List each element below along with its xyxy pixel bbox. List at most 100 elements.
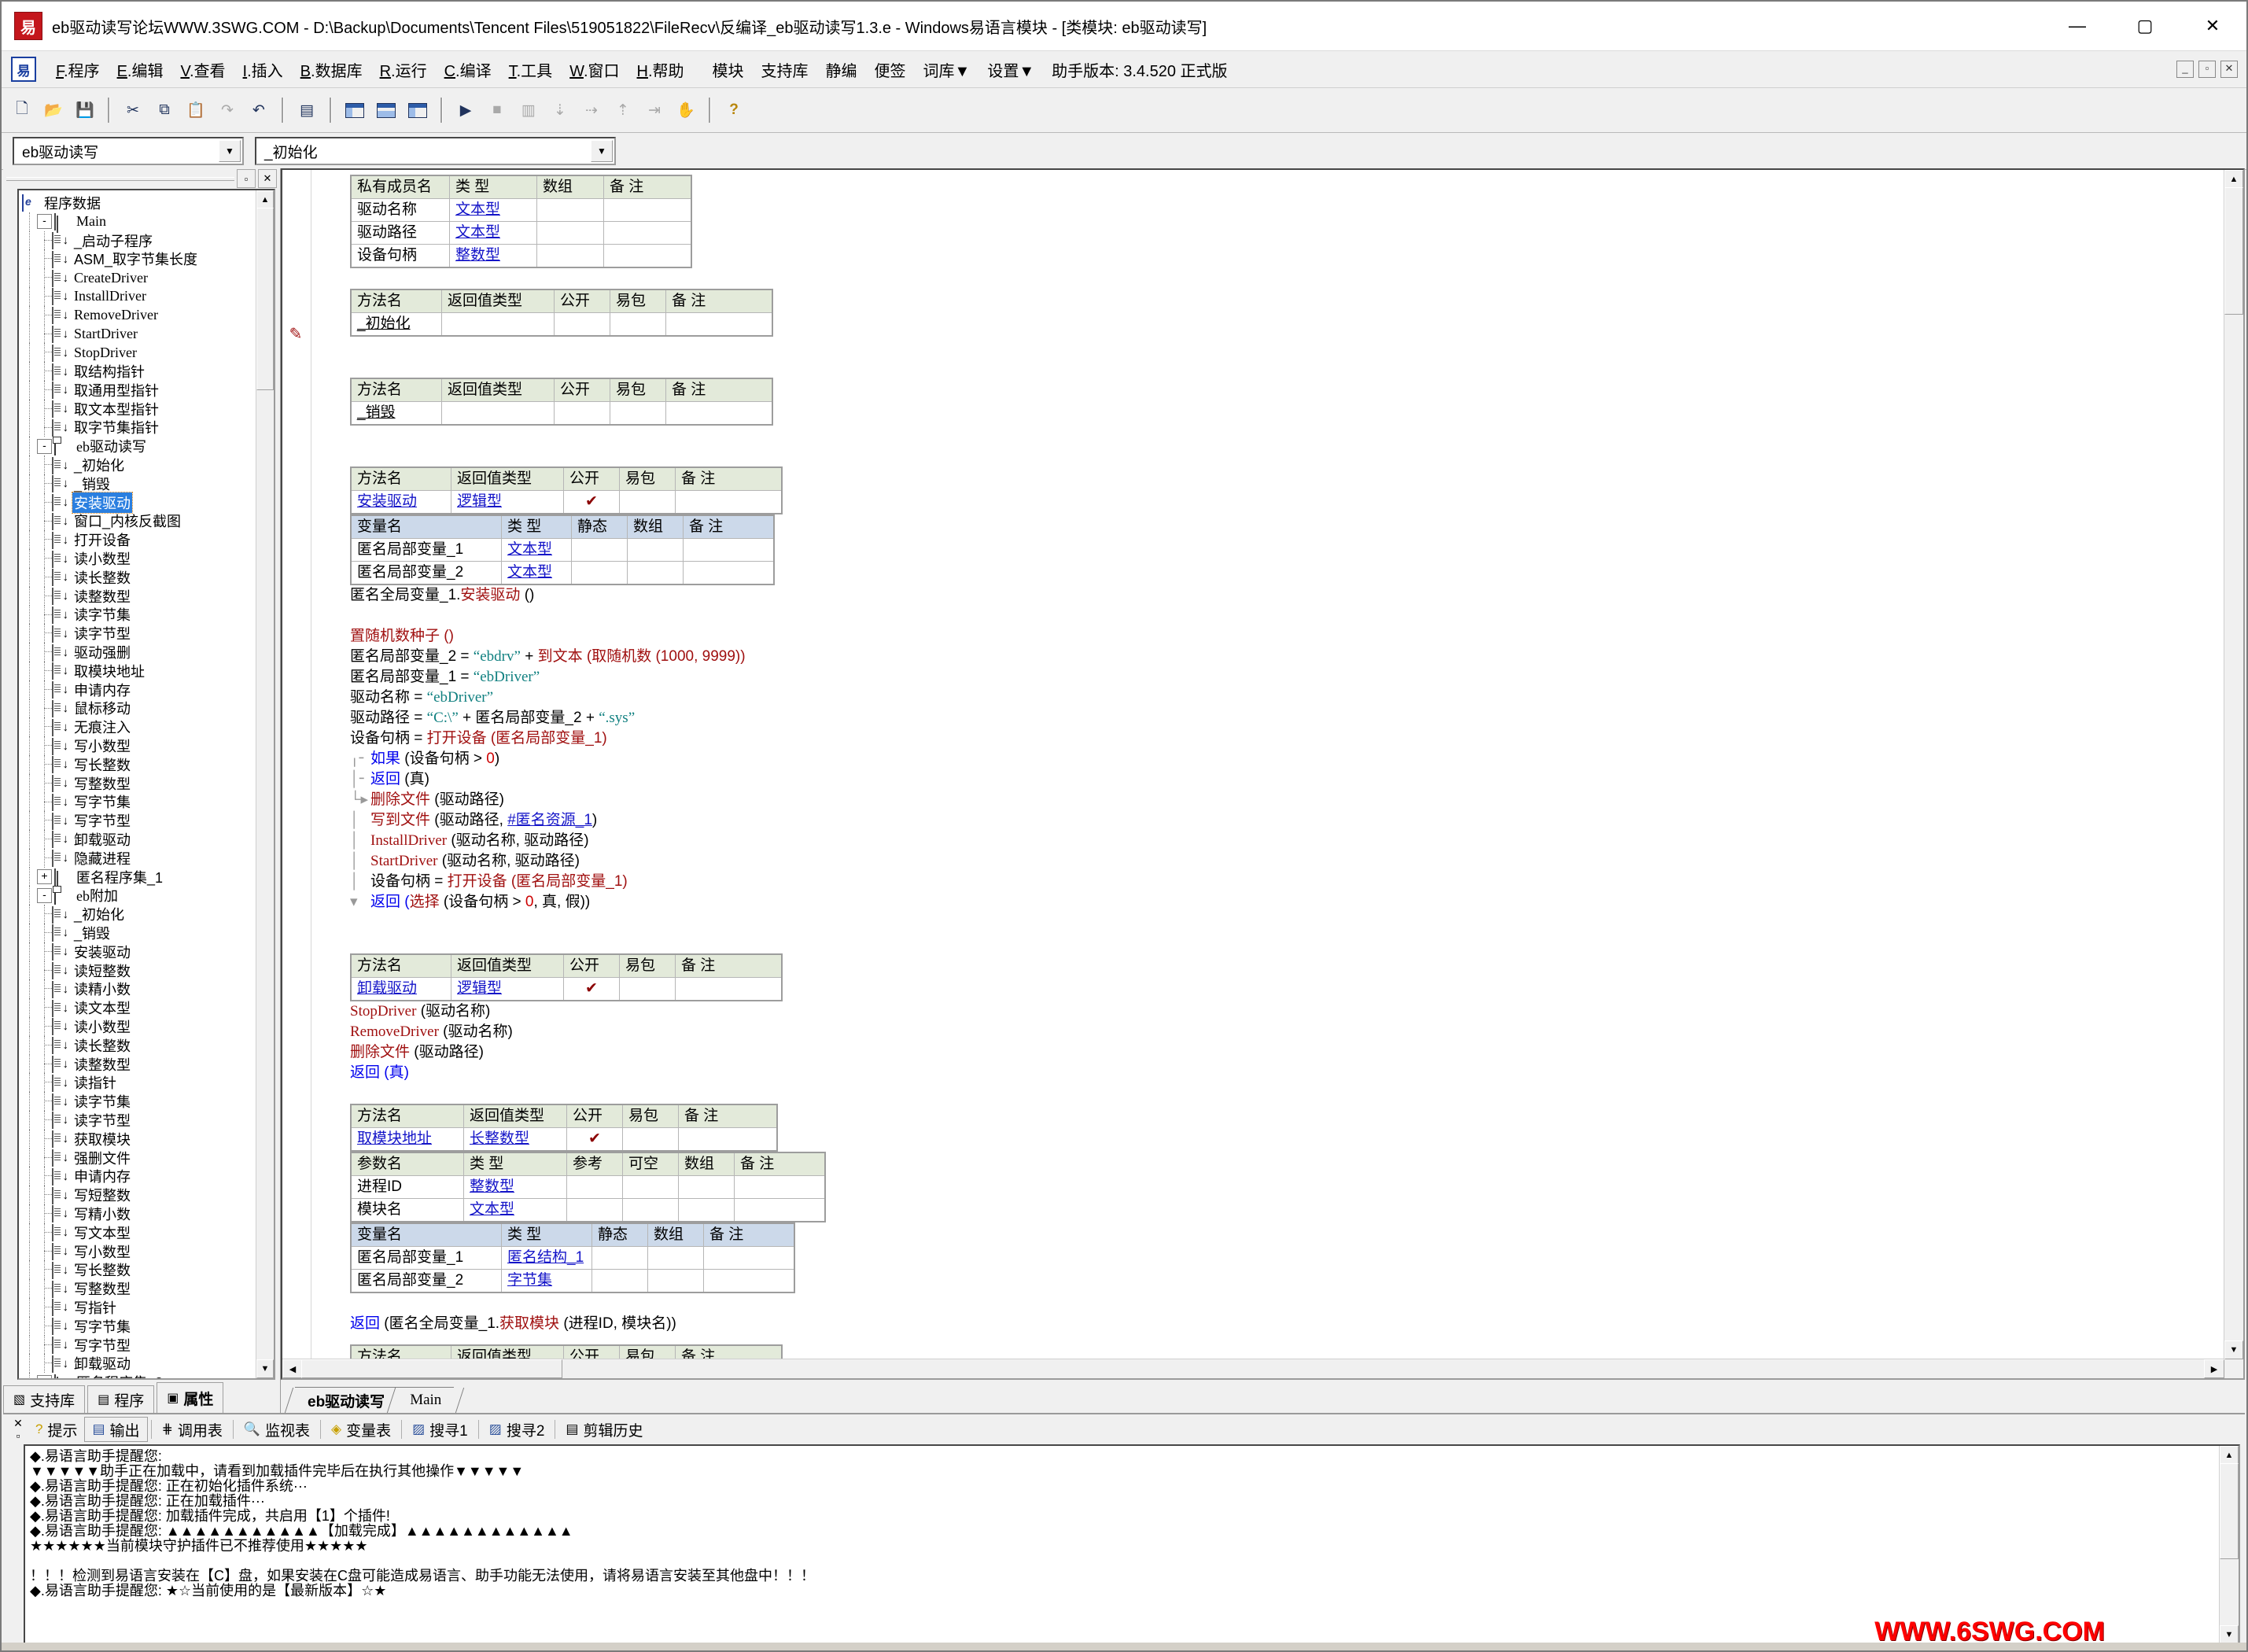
- tree-item[interactable]: 程序数据: [22, 194, 256, 212]
- tree-item[interactable]: ↓读文本型: [22, 998, 256, 1017]
- tree-item[interactable]: ↓_启动子程序: [22, 231, 256, 250]
- layout-split-icon[interactable]: [372, 96, 400, 124]
- tree-item[interactable]: ↓StopDriver: [22, 343, 256, 362]
- save-file-icon[interactable]: 💾: [71, 96, 99, 124]
- output-vertical-scrollbar[interactable]: ▲ ▼: [2219, 1446, 2239, 1644]
- menu-static-compile[interactable]: 静编: [817, 55, 866, 84]
- copy-icon[interactable]: ⧉: [150, 96, 179, 124]
- tree-item[interactable]: ↓ASM_取字节集长度: [22, 249, 256, 268]
- code-line[interactable]: 匿名全局变量_1.安装驱动 (): [319, 585, 2224, 606]
- bottom-tab-output[interactable]: ▤输出: [84, 1417, 147, 1442]
- menu-view[interactable]: V.查看: [171, 55, 234, 84]
- code-line[interactable]: │ 写到文件 (驱动路径, #匿名资源_1): [319, 810, 2224, 831]
- table-row[interactable]: 驱动路径文本型: [351, 222, 691, 245]
- table-row[interactable]: 取模块地址长整数型✔: [351, 1128, 777, 1152]
- tree-item[interactable]: ↓读小数型: [22, 1017, 256, 1036]
- tree-item[interactable]: +匿名程序集_2: [22, 1373, 256, 1378]
- bottom-tab-hint[interactable]: ?提示: [28, 1418, 84, 1441]
- tree-expander[interactable]: -: [37, 214, 52, 229]
- tree-expander[interactable]: +: [37, 1375, 52, 1378]
- output-scroll-thumb[interactable]: [2220, 1463, 2239, 1559]
- menu-insert[interactable]: I.插入: [234, 55, 292, 84]
- method-selector-combo[interactable]: _初始化 ▼: [255, 137, 616, 165]
- tree-item[interactable]: ↓写长整数: [22, 755, 256, 774]
- code-line[interactable]: 返回 (真): [319, 1063, 2224, 1083]
- program-tree-items[interactable]: 程序数据-Main↓_启动子程序↓ASM_取字节集长度↓CreateDriver…: [19, 190, 256, 1378]
- tree-item[interactable]: ↓读整数型: [22, 1055, 256, 1074]
- code-scroll-right-icon[interactable]: ▶: [2204, 1359, 2224, 1378]
- step-into-icon[interactable]: ⇣: [546, 96, 574, 124]
- cut-icon[interactable]: ✂: [119, 96, 147, 124]
- tree-expander[interactable]: -: [37, 439, 52, 454]
- tree-item[interactable]: ↓_初始化: [22, 905, 256, 924]
- code-line[interactable]: 设备句柄 = 打开设备 (匿名局部变量_1): [319, 728, 2224, 749]
- mdi-close-button[interactable]: ✕: [2220, 61, 2238, 78]
- tab-properties[interactable]: ▣属性: [157, 1382, 223, 1413]
- tree-item[interactable]: ↓_销毁: [22, 474, 256, 493]
- code-scroll-down-icon[interactable]: ▼: [2224, 1340, 2243, 1359]
- tree-scroll-thumb[interactable]: [256, 208, 274, 390]
- program-tree[interactable]: 程序数据-Main↓_启动子程序↓ASM_取字节集长度↓CreateDriver…: [17, 189, 275, 1380]
- table-row[interactable]: 卸载驱动逻辑型✔: [351, 978, 782, 1001]
- code-line[interactable]: 匿名局部变量_1 = “ebDriver”: [319, 667, 2224, 688]
- tree-item[interactable]: -Main: [22, 212, 256, 231]
- undo-icon[interactable]: ↶: [245, 96, 273, 124]
- table-row[interactable]: _销毁: [351, 402, 772, 426]
- menu-support-library[interactable]: 支持库: [753, 55, 817, 84]
- tree-item[interactable]: ↓读字节集: [22, 1092, 256, 1111]
- tree-item[interactable]: ↓取文本型指针: [22, 400, 256, 419]
- tree-item[interactable]: ↓窗口_内核反截图: [22, 512, 256, 531]
- output-text-area[interactable]: ◆.易语言助手提醒您: ▼▼▼▼▼助手正在加载中，请看到加载插件完毕后在执行其他…: [24, 1444, 2240, 1646]
- tree-item[interactable]: ↓强删文件: [22, 1149, 256, 1167]
- code-scroll-left-icon[interactable]: ◀: [282, 1359, 303, 1378]
- tree-item[interactable]: ↓取结构指针: [22, 362, 256, 381]
- code-line[interactable]: 驱动名称 = “ebDriver”: [319, 688, 2224, 708]
- code-line[interactable]: 返回 (匿名全局变量_1.获取模块 (进程ID, 模块名)): [319, 1314, 2224, 1334]
- panel-close-icon[interactable]: ✕: [258, 169, 277, 188]
- tree-item[interactable]: ↓写整数型: [22, 774, 256, 793]
- tree-item[interactable]: ↓获取模块: [22, 1130, 256, 1149]
- output-restore-icon[interactable]: ▫: [11, 1430, 25, 1443]
- tree-item[interactable]: ↓卸载驱动: [22, 1354, 256, 1373]
- doc-tab-eb-driver[interactable]: eb驱动读写: [295, 1387, 397, 1413]
- code-line[interactable]: │╴返回 (真): [319, 769, 2224, 790]
- tree-item[interactable]: ↓隐藏进程: [22, 849, 256, 868]
- table-row[interactable]: 匿名局部变量_2文本型: [351, 562, 774, 585]
- tree-item[interactable]: ↓CreateDriver: [22, 268, 256, 287]
- tree-scroll-up-icon[interactable]: ▲: [256, 190, 274, 209]
- tree-item[interactable]: ↓读整数型: [22, 587, 256, 606]
- tree-item[interactable]: ↓读长整数: [22, 568, 256, 587]
- minimize-button[interactable]: —: [2043, 2, 2111, 50]
- tree-item[interactable]: ↓读字节集: [22, 606, 256, 625]
- tree-item[interactable]: ↓读小数型: [22, 549, 256, 568]
- bottom-tab-calltable[interactable]: ⋕调用表: [155, 1418, 230, 1441]
- table-row[interactable]: 设备句柄整数型: [351, 245, 691, 268]
- tree-item[interactable]: ↓卸载驱动: [22, 830, 256, 849]
- tree-item[interactable]: ↓申请内存: [22, 680, 256, 699]
- tree-item[interactable]: ↓_初始化: [22, 455, 256, 474]
- table-row[interactable]: 安装驱动逻辑型✔: [351, 491, 782, 514]
- tree-item[interactable]: +匿名程序集_1: [22, 868, 256, 887]
- menu-settings[interactable]: 设置▼: [978, 55, 1043, 84]
- mdi-minimize-button[interactable]: _: [2176, 61, 2194, 78]
- menu-run[interactable]: R.运行: [371, 55, 436, 84]
- maximize-button[interactable]: ▢: [2111, 2, 2179, 50]
- step-over-icon[interactable]: ⇢: [577, 96, 606, 124]
- menu-compile[interactable]: C.编译: [436, 55, 500, 84]
- chevron-down-icon[interactable]: ▼: [219, 140, 241, 162]
- tree-item[interactable]: ↓写整数型: [22, 1279, 256, 1298]
- run-to-cursor-icon[interactable]: ⇥: [640, 96, 669, 124]
- table-row[interactable]: 模块名文本型: [351, 1199, 825, 1222]
- doc-tab-main[interactable]: Main: [397, 1387, 454, 1413]
- tree-item[interactable]: -eb附加: [22, 886, 256, 905]
- layout-side-icon[interactable]: [404, 96, 432, 124]
- table-row[interactable]: 进程ID整数型: [351, 1176, 825, 1199]
- menu-sticky-note[interactable]: 便签: [866, 55, 915, 84]
- menu-dictionary[interactable]: 词库▼: [915, 55, 979, 84]
- debug-icon[interactable]: ▥: [514, 96, 543, 124]
- stop-icon[interactable]: ■: [483, 96, 511, 124]
- code-line[interactable]: └▸删除文件 (驱动路径): [319, 790, 2224, 810]
- output-scroll-up-icon[interactable]: ▲: [2220, 1446, 2239, 1465]
- menu-module[interactable]: 模块: [704, 55, 753, 84]
- tree-item[interactable]: ↓安装驱动: [22, 493, 256, 512]
